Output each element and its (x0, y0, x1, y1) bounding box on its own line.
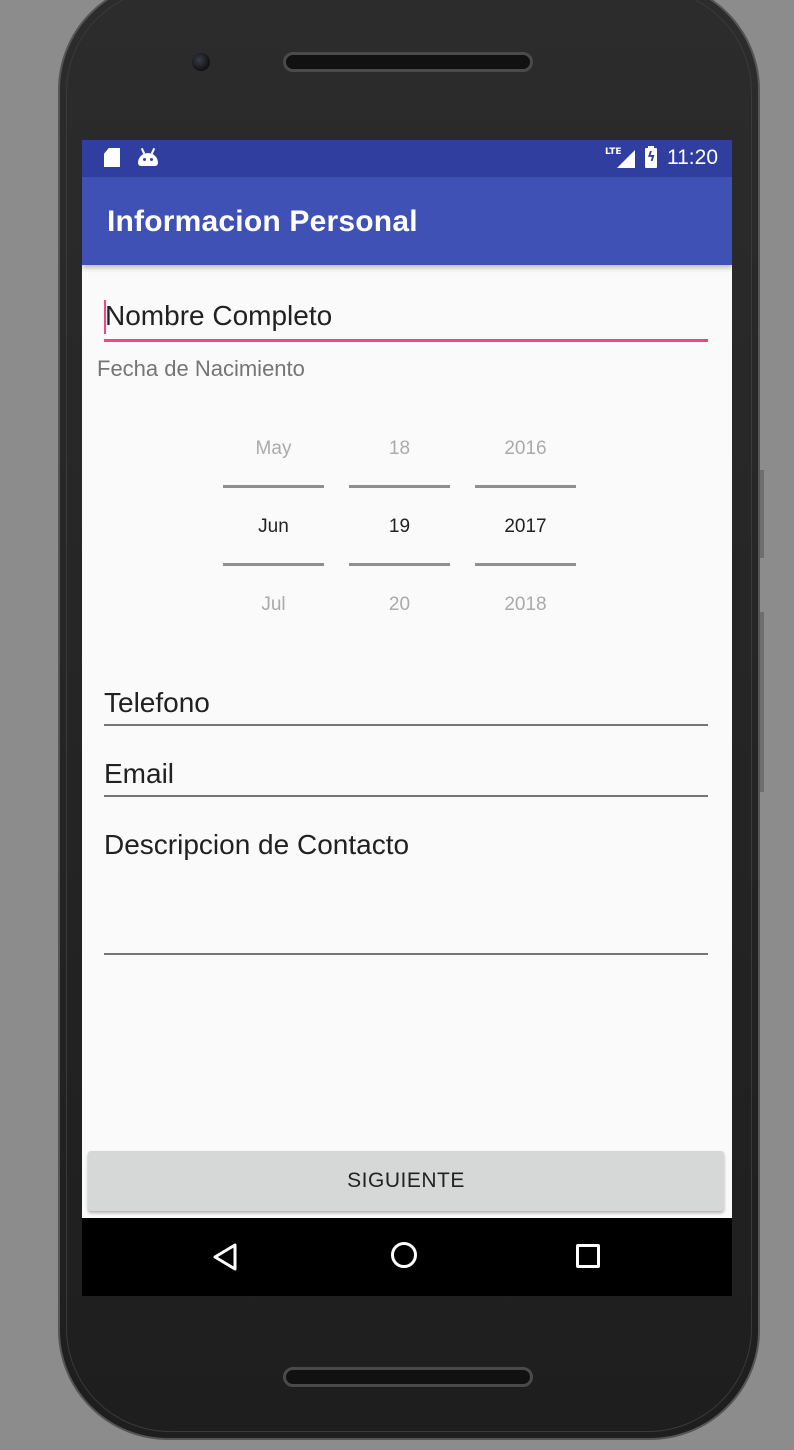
day-current[interactable]: 19 (349, 516, 450, 538)
day-prev[interactable]: 18 (349, 438, 450, 460)
day-next[interactable]: 20 (349, 594, 450, 616)
device-screen: LTE ϟ 11:20 Informacion Personal Nombre … (82, 140, 732, 1296)
status-time: 11:20 (667, 146, 718, 169)
recents-icon[interactable] (576, 1244, 600, 1268)
fecha-label: Fecha de Nacimiento (97, 356, 305, 381)
month-picker[interactable]: May Jun Jul (223, 430, 324, 620)
signal-icon: LTE (605, 147, 635, 169)
home-icon[interactable] (391, 1242, 417, 1268)
year-next[interactable]: 2018 (475, 594, 576, 616)
year-picker[interactable]: 2016 2017 2018 (475, 430, 576, 620)
nombre-input[interactable]: Nombre Completo (104, 300, 708, 343)
day-picker[interactable]: 18 19 20 (349, 430, 450, 620)
back-icon[interactable] (212, 1242, 238, 1272)
month-current[interactable]: Jun (223, 516, 324, 538)
bottom-speaker (283, 1367, 533, 1387)
email-input[interactable]: Email (104, 758, 708, 798)
descripcion-hint: Descripcion de Contacto (104, 829, 410, 860)
volume-button (760, 470, 764, 558)
telefono-hint: Telefono (104, 687, 210, 718)
page-title: Informacion Personal (107, 205, 418, 238)
navigation-bar (82, 1218, 732, 1296)
power-button (760, 612, 764, 792)
top-speaker (283, 52, 533, 72)
month-prev[interactable]: May (223, 438, 324, 460)
telefono-input[interactable]: Telefono (104, 687, 708, 727)
descripcion-input[interactable]: Descripcion de Contacto (104, 829, 708, 957)
app-bar: Informacion Personal (82, 177, 732, 265)
front-camera (192, 53, 210, 71)
sd-card-icon (104, 148, 120, 167)
battery-charging-icon: ϟ (645, 146, 657, 168)
year-current[interactable]: 2017 (475, 516, 576, 538)
month-next[interactable]: Jul (223, 594, 324, 616)
year-prev[interactable]: 2016 (475, 438, 576, 460)
nombre-hint: Nombre Completo (105, 300, 333, 331)
android-icon (138, 147, 158, 166)
email-hint: Email (104, 758, 175, 789)
siguiente-button[interactable]: SIGUIENTE (88, 1151, 724, 1211)
status-bar: LTE ϟ 11:20 (82, 140, 732, 177)
